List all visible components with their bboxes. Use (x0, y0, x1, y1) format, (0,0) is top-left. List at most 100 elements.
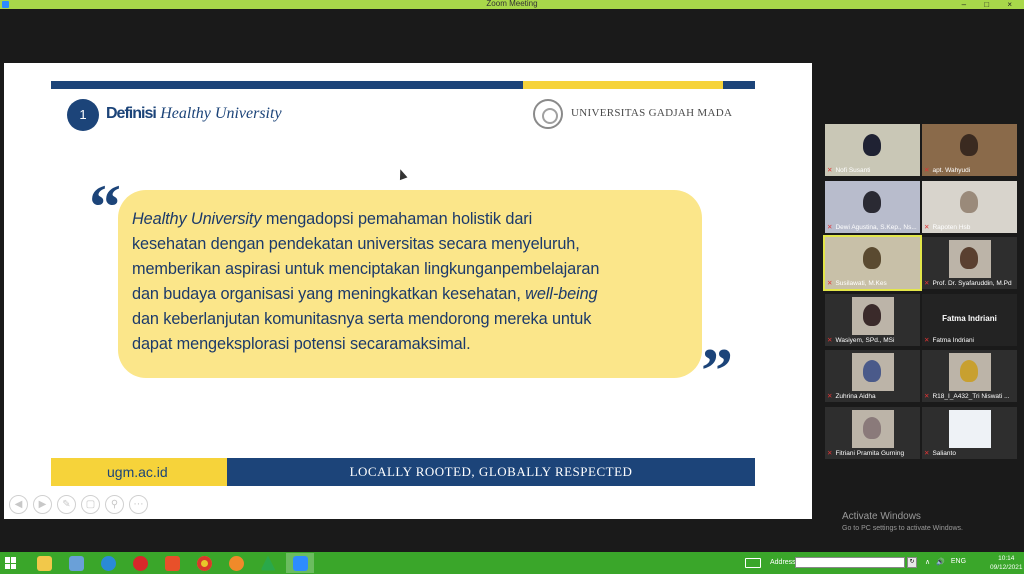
participant-avatar (960, 134, 978, 156)
mouse-cursor-icon (396, 167, 408, 181)
window-titlebar: Zoom Meeting – □ × (0, 0, 1024, 9)
footer-tagline: LOCALLY ROOTED, GLOBALLY RESPECTED (349, 464, 633, 479)
quote-line: dan budaya organisasi yang meningkatkan … (132, 282, 688, 307)
muted-mic-icon: ✕ (924, 449, 930, 457)
participant-name: ✕ Nofi Susanti (827, 167, 918, 175)
quote-italic: Healthy University (132, 210, 262, 228)
participant-tile[interactable]: ✕ R18_I_A432_Tri Niswati ... (922, 350, 1017, 402)
participant-name-text: apt. Wahyudi (932, 167, 971, 174)
taskbar-apps (30, 553, 314, 573)
zoom-icon[interactable]: ⚲ (105, 495, 124, 514)
top-stripe-blue (51, 81, 523, 89)
participant-tile[interactable]: ✕ apt. Wahyudi (922, 124, 1017, 176)
quote-line: memberikan aspirasi untuk menciptakan li… (132, 260, 600, 278)
system-tray: ∧ 🔊 ENG (925, 558, 966, 566)
participant-tile[interactable]: Fatma Indriani ✕ Fatma Indriani (922, 293, 1017, 346)
meeting-area: 1 Definisi Healthy University UNIVERSITA… (0, 9, 1024, 552)
muted-mic-icon: ✕ (924, 223, 930, 231)
previous-slide-icon[interactable]: ◀ (9, 495, 28, 514)
participant-name: ✕ apt. Wahyudi (924, 167, 1015, 175)
muted-mic-icon: ✕ (924, 336, 930, 344)
participant-name: ✕ Dewi Agustina, S.Kep., Ns... (827, 224, 918, 232)
participant-tile[interactable]: ✕ Nofi Susanti (825, 124, 920, 176)
maximize-button[interactable]: □ (984, 0, 997, 9)
participant-name: ✕ Wasiyem, SPd., MSi (827, 337, 918, 345)
ugm-seal-icon (533, 99, 563, 129)
participant-name: ✕ Fitriani Pramita Gurning (827, 450, 918, 458)
start-button-icon[interactable] (5, 557, 17, 569)
firefox-icon[interactable] (222, 553, 250, 573)
opera-icon[interactable] (126, 553, 154, 573)
top-stripe-yellow (523, 81, 723, 89)
participant-name-text: Rapoten Hsb (932, 223, 971, 231)
window-controls[interactable]: – □ × (962, 0, 1020, 9)
more-options-icon[interactable]: ⋯ (129, 495, 148, 514)
participant-avatar (960, 360, 978, 382)
windows-taskbar: Address ↻ ∧ 🔊 ENG 10:14 09/12/2021 (0, 552, 1024, 574)
google-drive-icon[interactable] (254, 553, 282, 573)
muted-mic-icon: ✕ (827, 336, 833, 344)
slides-grid-icon[interactable]: ▢ (81, 495, 100, 514)
participant-avatar (863, 247, 881, 269)
next-slide-icon[interactable]: ▶ (33, 495, 52, 514)
participant-tile[interactable]: ✕ Rapoten Hsb (922, 180, 1017, 233)
participant-name: ✕ Rapoten Hsb (924, 224, 1015, 232)
muted-mic-icon: ✕ (827, 223, 833, 231)
participant-tile[interactable]: ✕ Salianto (922, 406, 1017, 459)
footer-url-bar: ugm.ac.id (51, 458, 227, 486)
file-explorer-icon[interactable] (30, 553, 58, 573)
clock-time: 10:14 (998, 555, 1015, 562)
participant-avatar (960, 190, 978, 213)
taskbar-clock[interactable]: 10:14 09/12/2021 (990, 554, 1023, 572)
slideshow-controls: ◀ ▶ ✎ ▢ ⚲ ⋯ (9, 495, 148, 514)
pen-icon[interactable]: ✎ (57, 495, 76, 514)
participant-name: ✕ R18_I_A432_Tri Niswati ... (924, 393, 1015, 401)
shared-slide: 1 Definisi Healthy University UNIVERSITA… (4, 63, 812, 519)
volume-icon[interactable]: 🔊 (936, 558, 945, 566)
participant-name: ✕ Salianto (924, 450, 1015, 458)
participant-avatar (863, 416, 881, 439)
participant-avatar (863, 190, 881, 213)
muted-mic-icon: ✕ (827, 449, 833, 457)
control-panel-icon[interactable] (62, 553, 90, 573)
zoom-taskbar-icon[interactable] (286, 553, 314, 573)
muted-mic-icon: ✕ (827, 167, 833, 174)
participant-tile[interactable]: ✕ Susilawati, M.Kes (823, 235, 922, 291)
address-go-icon[interactable]: ↻ (907, 557, 917, 568)
internet-explorer-icon[interactable] (94, 553, 122, 573)
language-indicator[interactable]: ENG (951, 558, 966, 566)
participant-tile[interactable]: ✕ Wasiyem, SPd., MSi (825, 293, 920, 346)
slide-heading: Definisi Healthy University (106, 105, 282, 123)
open-quote-mark: “ (89, 171, 121, 242)
participant-avatar (863, 134, 881, 156)
muted-mic-icon: ✕ (827, 280, 833, 287)
quote-line: dapat mengeksplorasi potensi secaramaksi… (132, 335, 471, 353)
participant-name-text: Nofi Susanti (835, 167, 871, 174)
participant-name: ✕ Susilawati, M.Kes (827, 280, 918, 288)
participant-name-text: Wasiyem, SPd., MSi (835, 336, 895, 344)
participant-tile[interactable]: ✕ Dewi Agustina, S.Kep., Ns... (825, 180, 920, 233)
participant-name-text: R18_I_A432_Tri Niswati ... (932, 393, 1010, 400)
heading-bold: Definisi (106, 105, 157, 122)
participant-tile[interactable]: ✕ Zuhrina Aidha (825, 350, 920, 402)
chrome-icon[interactable] (190, 553, 218, 573)
top-stripe-blue-end (723, 81, 755, 89)
minimize-button[interactable]: – (962, 0, 974, 9)
address-input[interactable] (795, 557, 905, 568)
participant-tile[interactable]: ✕ Prof. Dr. Syafaruddin, M.Pd (922, 237, 1017, 289)
tray-expand-icon[interactable]: ∧ (925, 558, 930, 566)
muted-mic-icon: ✕ (924, 167, 930, 174)
participant-tile[interactable]: ✕ Fitriani Pramita Gurning (825, 406, 920, 459)
office-icon[interactable] (158, 553, 186, 573)
close-button[interactable]: × (1007, 0, 1020, 9)
quote-line: kesehatan dengan pendekatan universitas … (132, 235, 580, 253)
quote-italic: well-being (525, 285, 598, 303)
keyboard-icon[interactable] (745, 558, 761, 568)
participant-avatar (863, 360, 881, 382)
window-title: Zoom Meeting (486, 0, 538, 8)
university-name: UNIVERSITAS GADJAH MADA (571, 107, 733, 119)
participant-name-text: Fitriani Pramita Gurning (835, 449, 905, 457)
address-label: Address (770, 559, 796, 566)
participant-center-name: Fatma Indriani (942, 313, 997, 323)
participant-name-text: Fatma Indriani (932, 336, 974, 344)
